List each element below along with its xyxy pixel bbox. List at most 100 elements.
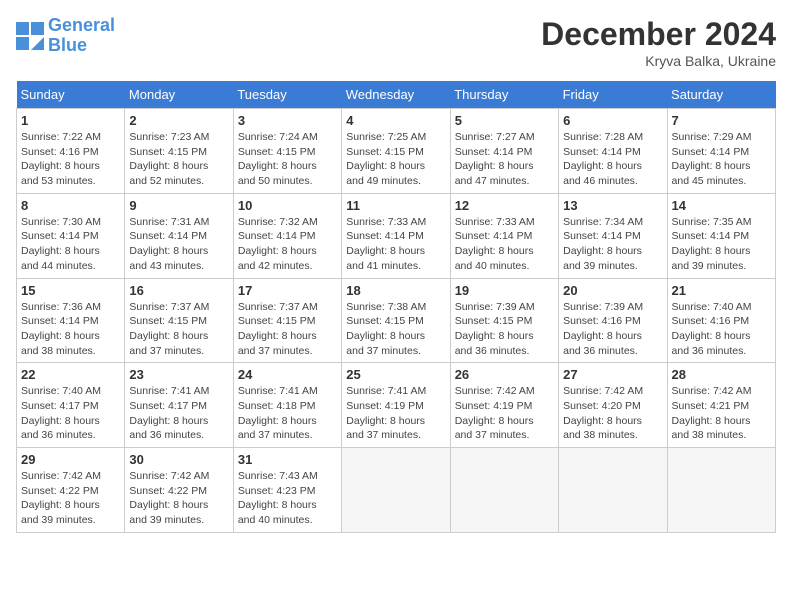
calendar-cell: 22 Sunrise: 7:40 AM Sunset: 4:17 PM Dayli… xyxy=(17,363,125,448)
day-info: Sunrise: 7:38 AM Sunset: 4:15 PM Dayligh… xyxy=(346,300,445,359)
weekday-friday: Friday xyxy=(559,81,667,109)
day-info: Sunrise: 7:34 AM Sunset: 4:14 PM Dayligh… xyxy=(563,215,662,274)
day-number: 8 xyxy=(21,198,120,213)
day-info: Sunrise: 7:42 AM Sunset: 4:21 PM Dayligh… xyxy=(672,384,771,443)
day-info: Sunrise: 7:36 AM Sunset: 4:14 PM Dayligh… xyxy=(21,300,120,359)
day-info: Sunrise: 7:23 AM Sunset: 4:15 PM Dayligh… xyxy=(129,130,228,189)
weekday-header-row: SundayMondayTuesdayWednesdayThursdayFrid… xyxy=(17,81,776,109)
calendar-cell: 5 Sunrise: 7:27 AM Sunset: 4:14 PM Daylig… xyxy=(450,109,558,194)
day-info: Sunrise: 7:32 AM Sunset: 4:14 PM Dayligh… xyxy=(238,215,337,274)
calendar-cell: 26Sunrise: 7:42 AM Sunset: 4:19 PM Dayli… xyxy=(450,363,558,448)
day-number: 30 xyxy=(129,452,228,467)
day-info: Sunrise: 7:27 AM Sunset: 4:14 PM Dayligh… xyxy=(455,130,554,189)
day-number: 5 xyxy=(455,113,554,128)
day-info: Sunrise: 7:42 AM Sunset: 4:22 PM Dayligh… xyxy=(21,469,120,528)
day-info: Sunrise: 7:42 AM Sunset: 4:19 PM Dayligh… xyxy=(455,384,554,443)
day-number: 16 xyxy=(129,283,228,298)
calendar-cell: 9 Sunrise: 7:31 AM Sunset: 4:14 PM Daylig… xyxy=(125,193,233,278)
calendar-cell: 29 Sunrise: 7:42 AM Sunset: 4:22 PM Dayli… xyxy=(17,448,125,533)
day-number: 13 xyxy=(563,198,662,213)
day-info: Sunrise: 7:35 AM Sunset: 4:14 PM Dayligh… xyxy=(672,215,771,274)
day-number: 24 xyxy=(238,367,337,382)
weekday-monday: Monday xyxy=(125,81,233,109)
calendar-cell: 15 Sunrise: 7:36 AM Sunset: 4:14 PM Dayli… xyxy=(17,278,125,363)
day-info: Sunrise: 7:30 AM Sunset: 4:14 PM Dayligh… xyxy=(21,215,120,274)
calendar-cell: 27 Sunrise: 7:42 AM Sunset: 4:20 PM Dayli… xyxy=(559,363,667,448)
calendar-cell: 4 Sunrise: 7:25 AM Sunset: 4:15 PM Daylig… xyxy=(342,109,450,194)
calendar-row: 29 Sunrise: 7:42 AM Sunset: 4:22 PM Dayli… xyxy=(17,448,776,533)
weekday-tuesday: Tuesday xyxy=(233,81,341,109)
weekday-wednesday: Wednesday xyxy=(342,81,450,109)
month-title: December 2024 xyxy=(541,16,776,53)
day-info: Sunrise: 7:41 AM Sunset: 4:17 PM Dayligh… xyxy=(129,384,228,443)
calendar-row: 15 Sunrise: 7:36 AM Sunset: 4:14 PM Dayli… xyxy=(17,278,776,363)
day-number: 22 xyxy=(21,367,120,382)
day-info: Sunrise: 7:40 AM Sunset: 4:17 PM Dayligh… xyxy=(21,384,120,443)
page-header: General Blue December 2024 Kryva Balka, … xyxy=(16,16,776,69)
day-number: 23 xyxy=(129,367,228,382)
calendar-cell xyxy=(342,448,450,533)
day-info: Sunrise: 7:28 AM Sunset: 4:14 PM Dayligh… xyxy=(563,130,662,189)
calendar-cell: 10 Sunrise: 7:32 AM Sunset: 4:14 PM Dayli… xyxy=(233,193,341,278)
day-number: 7 xyxy=(672,113,771,128)
day-info: Sunrise: 7:37 AM Sunset: 4:15 PM Dayligh… xyxy=(129,300,228,359)
calendar-cell: 17 Sunrise: 7:37 AM Sunset: 4:15 PM Dayli… xyxy=(233,278,341,363)
calendar-cell: 12Sunrise: 7:33 AM Sunset: 4:14 PM Dayli… xyxy=(450,193,558,278)
day-info: Sunrise: 7:37 AM Sunset: 4:15 PM Dayligh… xyxy=(238,300,337,359)
calendar-cell: 14 Sunrise: 7:35 AM Sunset: 4:14 PM Dayli… xyxy=(667,193,775,278)
day-info: Sunrise: 7:42 AM Sunset: 4:20 PM Dayligh… xyxy=(563,384,662,443)
day-number: 27 xyxy=(563,367,662,382)
calendar-table: SundayMondayTuesdayWednesdayThursdayFrid… xyxy=(16,81,776,533)
calendar-cell: 2 Sunrise: 7:23 AM Sunset: 4:15 PM Daylig… xyxy=(125,109,233,194)
day-info: Sunrise: 7:39 AM Sunset: 4:15 PM Dayligh… xyxy=(455,300,554,359)
day-info: Sunrise: 7:31 AM Sunset: 4:14 PM Dayligh… xyxy=(129,215,228,274)
calendar-cell: 11Sunrise: 7:33 AM Sunset: 4:14 PM Dayli… xyxy=(342,193,450,278)
day-number: 2 xyxy=(129,113,228,128)
logo-text: General Blue xyxy=(48,16,115,56)
weekday-sunday: Sunday xyxy=(17,81,125,109)
day-number: 17 xyxy=(238,283,337,298)
day-number: 31 xyxy=(238,452,337,467)
day-number: 29 xyxy=(21,452,120,467)
weekday-saturday: Saturday xyxy=(667,81,775,109)
day-info: Sunrise: 7:41 AM Sunset: 4:19 PM Dayligh… xyxy=(346,384,445,443)
day-info: Sunrise: 7:25 AM Sunset: 4:15 PM Dayligh… xyxy=(346,130,445,189)
day-number: 11 xyxy=(346,198,445,213)
day-number: 15 xyxy=(21,283,120,298)
calendar-cell: 21 Sunrise: 7:40 AM Sunset: 4:16 PM Dayli… xyxy=(667,278,775,363)
calendar-cell: 31Sunrise: 7:43 AM Sunset: 4:23 PM Dayli… xyxy=(233,448,341,533)
calendar-cell: 25Sunrise: 7:41 AM Sunset: 4:19 PM Dayli… xyxy=(342,363,450,448)
calendar-cell: 20Sunrise: 7:39 AM Sunset: 4:16 PM Dayli… xyxy=(559,278,667,363)
day-number: 14 xyxy=(672,198,771,213)
calendar-cell: 30 Sunrise: 7:42 AM Sunset: 4:22 PM Dayli… xyxy=(125,448,233,533)
calendar-cell: 19 Sunrise: 7:39 AM Sunset: 4:15 PM Dayli… xyxy=(450,278,558,363)
calendar-cell: 23 Sunrise: 7:41 AM Sunset: 4:17 PM Dayli… xyxy=(125,363,233,448)
calendar-cell: 28 Sunrise: 7:42 AM Sunset: 4:21 PM Dayli… xyxy=(667,363,775,448)
day-number: 21 xyxy=(672,283,771,298)
calendar-cell: 6Sunrise: 7:28 AM Sunset: 4:14 PM Daylig… xyxy=(559,109,667,194)
calendar-cell: 3 Sunrise: 7:24 AM Sunset: 4:15 PM Daylig… xyxy=(233,109,341,194)
day-info: Sunrise: 7:22 AM Sunset: 4:16 PM Dayligh… xyxy=(21,130,120,189)
day-number: 28 xyxy=(672,367,771,382)
day-info: Sunrise: 7:29 AM Sunset: 4:14 PM Dayligh… xyxy=(672,130,771,189)
title-block: December 2024 Kryva Balka, Ukraine xyxy=(541,16,776,69)
day-info: Sunrise: 7:42 AM Sunset: 4:22 PM Dayligh… xyxy=(129,469,228,528)
day-info: Sunrise: 7:33 AM Sunset: 4:14 PM Dayligh… xyxy=(455,215,554,274)
day-info: Sunrise: 7:24 AM Sunset: 4:15 PM Dayligh… xyxy=(238,130,337,189)
logo-icon xyxy=(16,22,44,50)
calendar-row: 22 Sunrise: 7:40 AM Sunset: 4:17 PM Dayli… xyxy=(17,363,776,448)
logo: General Blue xyxy=(16,16,115,56)
calendar-cell: 24Sunrise: 7:41 AM Sunset: 4:18 PM Dayli… xyxy=(233,363,341,448)
calendar-cell xyxy=(559,448,667,533)
calendar-cell: 7 Sunrise: 7:29 AM Sunset: 4:14 PM Daylig… xyxy=(667,109,775,194)
day-info: Sunrise: 7:39 AM Sunset: 4:16 PM Dayligh… xyxy=(563,300,662,359)
day-number: 19 xyxy=(455,283,554,298)
weekday-thursday: Thursday xyxy=(450,81,558,109)
day-number: 10 xyxy=(238,198,337,213)
calendar-cell: 8 Sunrise: 7:30 AM Sunset: 4:14 PM Daylig… xyxy=(17,193,125,278)
day-number: 3 xyxy=(238,113,337,128)
day-number: 4 xyxy=(346,113,445,128)
day-number: 9 xyxy=(129,198,228,213)
calendar-cell xyxy=(667,448,775,533)
day-info: Sunrise: 7:40 AM Sunset: 4:16 PM Dayligh… xyxy=(672,300,771,359)
